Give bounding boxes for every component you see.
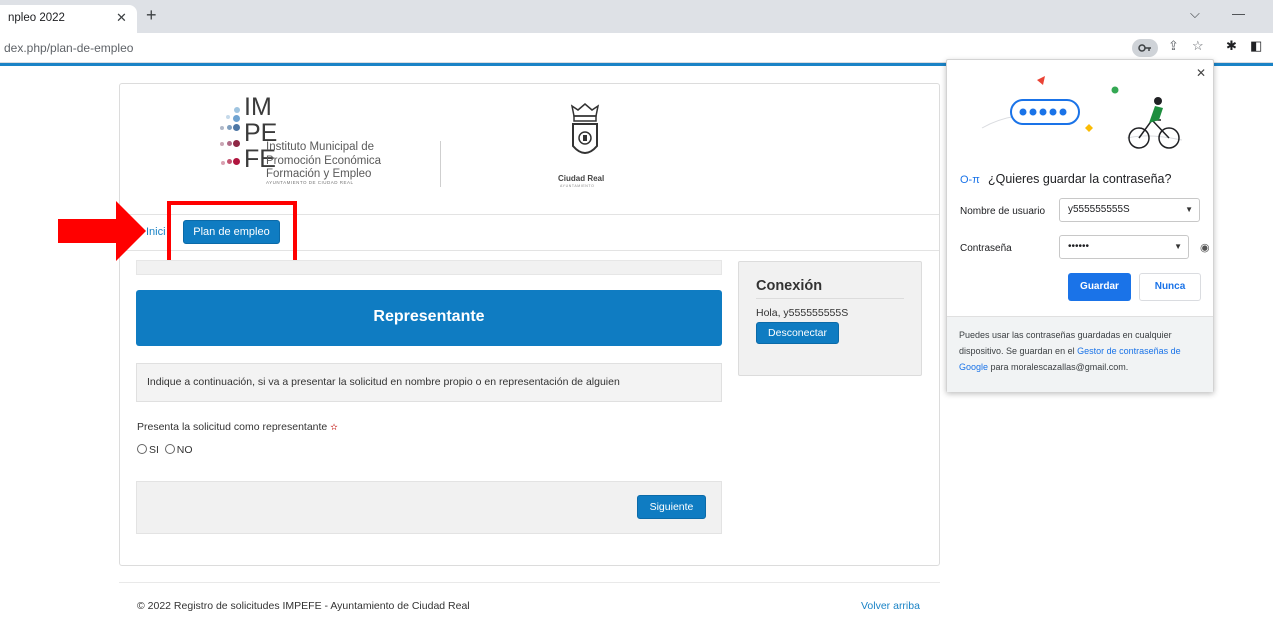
password-value: •••••• — [1068, 241, 1090, 252]
logo-divider — [440, 141, 441, 187]
logo-dot — [220, 126, 224, 130]
logo-line-2: Promoción Económica — [266, 155, 382, 167]
password-key-icon[interactable] — [1132, 39, 1158, 57]
radio-no[interactable] — [164, 444, 175, 454]
breadcrumb-inicio-link[interactable]: Inici — [146, 226, 166, 238]
logo-dot — [226, 115, 230, 119]
save-password-dialog: ✕ O-π ¿Quieres guardar la contraseña? No… — [946, 59, 1214, 392]
logo-dot — [233, 140, 240, 147]
username-label: Nombre de usuario — [960, 206, 1046, 217]
radio-no-label[interactable]: NO — [177, 444, 193, 456]
save-password-button[interactable]: Guardar — [1068, 273, 1131, 301]
never-button[interactable]: Nunca — [1139, 273, 1201, 301]
radio-si-label[interactable]: SI — [149, 444, 159, 456]
logo-dot — [220, 142, 224, 146]
annotation-highlight-box — [167, 201, 297, 265]
extensions-icon[interactable]: ✱ — [1226, 38, 1237, 54]
messages-strip — [136, 260, 722, 275]
logo-dot — [227, 141, 232, 146]
username-value: y555555555S — [1068, 204, 1130, 215]
logo-dot — [227, 125, 232, 130]
logo-line-3: Formación y Empleo — [266, 168, 372, 180]
chevron-down-icon: ▼ — [1174, 242, 1182, 251]
copyright-text: © 2022 Registro de solicitudes IMPEFE - … — [137, 600, 470, 612]
logo-dot — [233, 158, 240, 165]
username-select[interactable]: y555555555S ▼ — [1059, 198, 1200, 222]
tab-strip: npleo 2022 ✕ + ⌵ — — [0, 0, 1273, 33]
next-button[interactable]: Siguiente — [637, 495, 706, 519]
logo-letters-im: IM — [244, 93, 272, 121]
footer-divider — [119, 582, 940, 583]
annotation-arrow-icon — [58, 201, 146, 261]
close-tab-icon[interactable]: ✕ — [116, 10, 127, 26]
connection-divider — [756, 298, 904, 299]
logo-dot — [221, 161, 225, 165]
logo-line-1: Instituto Municipal de — [266, 141, 375, 153]
required-icon: ✫ — [330, 422, 338, 432]
question-label: Presenta la solicitud como representante — [137, 421, 328, 433]
share-icon[interactable]: ⇪ — [1168, 38, 1179, 54]
password-illustration-icon — [981, 76, 1183, 149]
logo-dot — [227, 159, 232, 164]
logo-dot — [233, 115, 240, 122]
footer-text-2: para moralescazallas@gmail.com. — [988, 362, 1129, 372]
dialog-footer: Puedes usar las contraseñas guardadas en… — [947, 316, 1213, 392]
minimize-icon[interactable]: — — [1232, 6, 1245, 21]
new-tab-icon[interactable]: + — [146, 5, 157, 26]
key-icon: O-π — [960, 174, 980, 186]
representative-radio-group: SI NO — [137, 444, 193, 456]
dialog-title: ¿Quieres guardar la contraseña? — [988, 172, 1172, 186]
back-to-top-link[interactable]: Volver arriba — [861, 600, 920, 612]
connection-title: Conexión — [756, 278, 823, 294]
representative-question: Presenta la solicitud como representante… — [137, 421, 338, 433]
url-text[interactable]: dex.php/plan-de-empleo — [4, 41, 133, 55]
logo-dot — [233, 124, 240, 131]
user-greeting: Hola, y555555555S — [756, 307, 849, 319]
tab-title: npleo 2022 — [8, 12, 65, 24]
browser-tab[interactable]: npleo 2022 ✕ — [0, 5, 137, 33]
radio-si[interactable] — [137, 444, 147, 454]
logo-dot — [234, 107, 240, 113]
logo-line-4: AYUNTAMIENTO DE CIUDAD REAL — [266, 180, 354, 185]
ciudad-real-crest-icon — [568, 102, 602, 171]
chevron-down-icon: ▼ — [1185, 205, 1193, 214]
show-password-eye-icon[interactable]: ◉ — [1200, 241, 1210, 254]
password-label: Contraseña — [960, 243, 1012, 254]
bookmark-star-icon[interactable]: ☆ — [1192, 38, 1204, 54]
instruction-note: Indique a continuación, si va a presenta… — [136, 363, 722, 402]
ciudad-real-sub: AYUNTAMIENTO — [560, 184, 595, 188]
form-actions-box — [136, 481, 722, 534]
logout-button[interactable]: Desconectar — [756, 322, 839, 344]
password-select[interactable]: •••••• ▼ — [1059, 235, 1189, 259]
ciudad-real-name: Ciudad Real — [558, 174, 605, 183]
connection-panel: Conexión Hola, y555555555S Desconectar — [738, 261, 922, 376]
side-panel-icon[interactable]: ◧ — [1250, 38, 1262, 54]
close-icon[interactable]: ✕ — [1196, 66, 1206, 80]
chevron-down-icon[interactable]: ⌵ — [1190, 6, 1200, 22]
section-banner: Representante — [136, 290, 722, 346]
